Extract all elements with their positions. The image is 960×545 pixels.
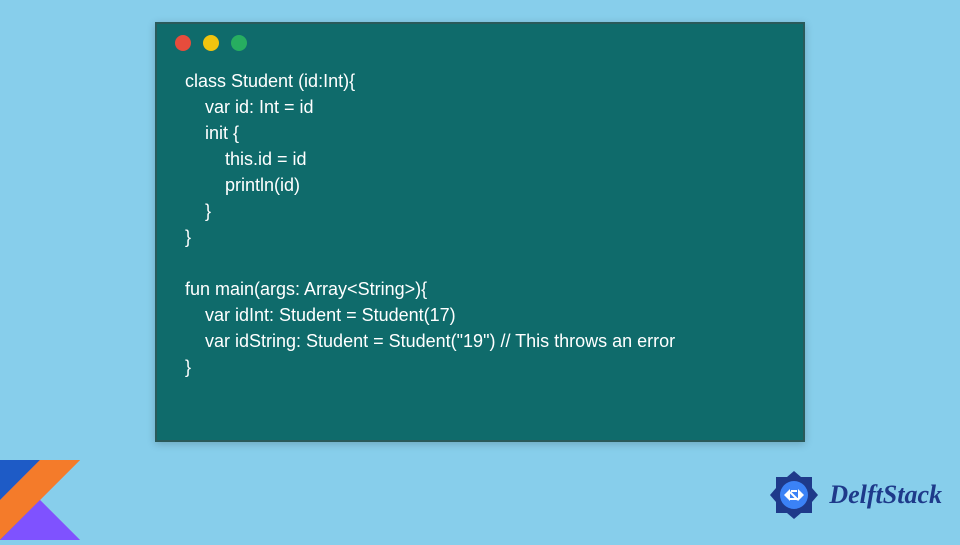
code-line: println(id)	[185, 175, 300, 195]
window-close-icon	[175, 35, 191, 51]
code-line: }	[185, 201, 211, 221]
brand: DelftStack	[767, 468, 942, 522]
code-line: fun main(args: Array<String>){	[185, 279, 427, 299]
window-minimize-icon	[203, 35, 219, 51]
brand-name: DelftStack	[829, 480, 942, 510]
code-line: }	[185, 227, 191, 247]
code-line: class Student (id:Int){	[185, 71, 355, 91]
window-titlebar	[157, 24, 803, 62]
brand-badge-icon	[767, 468, 821, 522]
code-line: this.id = id	[185, 149, 307, 169]
kotlin-logo-icon	[0, 460, 80, 540]
window-maximize-icon	[231, 35, 247, 51]
code-line: var idInt: Student = Student(17)	[185, 305, 456, 325]
code-line: init {	[185, 123, 239, 143]
code-line: var id: Int = id	[185, 97, 314, 117]
code-block: class Student (id:Int){ var id: Int = id…	[157, 62, 803, 400]
code-window: class Student (id:Int){ var id: Int = id…	[155, 22, 805, 442]
code-line: }	[185, 357, 191, 377]
code-line: var idString: Student = Student("19") //…	[185, 331, 675, 351]
